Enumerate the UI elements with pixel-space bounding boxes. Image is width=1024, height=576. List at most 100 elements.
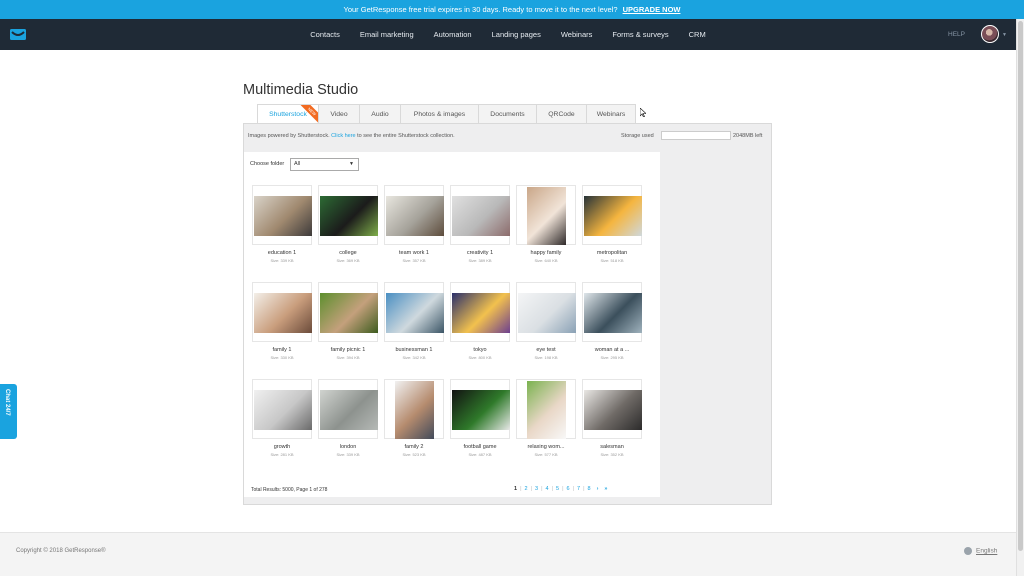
thumbnail-size: Size: 800 KB	[468, 355, 492, 360]
thumbnail-image	[320, 196, 378, 236]
page-1[interactable]: 1	[511, 486, 520, 492]
chevron-down-icon[interactable]: ▼	[1002, 32, 1007, 38]
thumbnail-frame	[384, 185, 444, 245]
click-here-link[interactable]: Click here	[331, 133, 355, 139]
thumbnail-image	[254, 293, 312, 333]
chat-button[interactable]: Chat 24/7	[0, 384, 17, 439]
thumbnail-frame	[516, 185, 576, 245]
footer	[0, 532, 1016, 576]
page-3[interactable]: 3	[532, 486, 541, 492]
thumbnail-name: salesman	[600, 444, 624, 450]
page-6[interactable]: 6	[564, 486, 573, 492]
upgrade-now-link[interactable]: UPGRADE NOW	[623, 5, 681, 14]
thumbnail-size: Size: 389 KB	[468, 258, 492, 263]
tab-qrcode[interactable]: QRCode	[536, 104, 587, 123]
page-2[interactable]: 2	[522, 486, 531, 492]
thumbnail-name: team work 1	[399, 250, 429, 256]
nav-webinars[interactable]: Webinars	[551, 30, 603, 39]
media-tabs: Shutterstock NEW Video Audio Photos & im…	[257, 104, 636, 124]
thumbnail-image	[452, 390, 510, 430]
thumbnail-frame	[516, 282, 576, 342]
thumbnail-frame	[252, 282, 312, 342]
shutterstock-info: Images powered by Shutterstock. Click he…	[248, 133, 455, 139]
page-scrollbar[interactable]	[1016, 19, 1024, 576]
trial-banner-text: Your GetResponse free trial expires in 3…	[343, 5, 618, 14]
tab-photos-images[interactable]: Photos & images	[400, 104, 479, 123]
thumbnail-size: Size: 295 KB	[600, 355, 624, 360]
thumbnail-size: Size: 281 KB	[270, 452, 294, 457]
thumbnail-name: businessman 1	[395, 347, 433, 353]
nav-automation[interactable]: Automation	[424, 30, 482, 39]
thumbnail-image	[452, 196, 510, 236]
thumbnail-frame	[318, 282, 378, 342]
language-label: English	[976, 547, 998, 555]
pagination: 1 | 2 | 3 | 4 | 5 | 6 | 7 | 8 › »	[511, 486, 610, 492]
scrollbar-thumb[interactable]	[1018, 21, 1023, 551]
choose-folder-label: Choose folder	[250, 161, 285, 167]
info-prefix: Images powered by Shutterstock.	[248, 133, 330, 139]
page-8[interactable]: 8	[585, 486, 594, 492]
thumbnail-name: relaxing wom...	[527, 444, 565, 450]
thumbnail-image	[584, 293, 642, 333]
copyright-text: Copyright © 2018 GetResponse®	[16, 548, 106, 554]
thumbnail-size: Size: 357 KB	[402, 258, 426, 263]
storage-progress-bar	[661, 131, 731, 140]
nav-forms-surveys[interactable]: Forms & surveys	[602, 30, 678, 39]
thumbnail-size: Size: 394 KB	[336, 355, 360, 360]
chevron-down-icon: ▼	[349, 161, 354, 167]
thumbnail-image	[386, 293, 444, 333]
thumbnail-image	[320, 390, 378, 430]
thumbnail-size: Size: 640 KB	[534, 258, 558, 263]
thumbnail-size: Size: 339 KB	[270, 258, 294, 263]
thumbnail-size: Size: 342 KB	[402, 355, 426, 360]
nav-email-marketing[interactable]: Email marketing	[350, 30, 424, 39]
thumbnail-frame	[252, 379, 312, 439]
tab-label: Webinars	[596, 110, 626, 118]
nav-crm[interactable]: CRM	[679, 30, 716, 39]
next-page-icon[interactable]: ›	[594, 486, 602, 492]
thumbnail-name: happy family	[530, 250, 562, 256]
thumbnail-name: family picnic 1	[330, 347, 366, 353]
thumbnail-frame	[450, 185, 510, 245]
thumbnail-image	[584, 390, 642, 430]
thumbnail-name: education 1	[267, 250, 297, 256]
thumbnail-name: family 1	[272, 347, 292, 353]
page-title: Multimedia Studio	[243, 82, 359, 98]
top-navbar: Contacts Email marketing Automation Land…	[0, 19, 1016, 50]
thumbnail-size: Size: 487 KB	[468, 452, 492, 457]
nav-landing-pages[interactable]: Landing pages	[482, 30, 551, 39]
globe-icon	[964, 547, 972, 555]
chat-label: Chat 24/7	[4, 389, 10, 416]
results-count: Total Results: 5000, Page 1 of 278	[251, 487, 328, 493]
main-nav: Contacts Email marketing Automation Land…	[0, 19, 1016, 50]
thumbnail-name: football game	[463, 444, 497, 450]
nav-contacts[interactable]: Contacts	[300, 30, 350, 39]
avatar[interactable]	[981, 25, 999, 43]
thumbnail-frame	[318, 185, 378, 245]
page-5[interactable]: 5	[553, 486, 562, 492]
tab-documents[interactable]: Documents	[478, 104, 537, 123]
thumbnail-image	[254, 390, 312, 430]
tab-shutterstock[interactable]: Shutterstock NEW	[257, 104, 319, 124]
folder-select-value: All	[294, 161, 301, 167]
tab-webinars[interactable]: Webinars	[586, 104, 636, 123]
thumbnail-frame	[516, 379, 576, 439]
tab-audio[interactable]: Audio	[359, 104, 401, 123]
page-7[interactable]: 7	[574, 486, 583, 492]
page-4[interactable]: 4	[543, 486, 552, 492]
thumbnail-image	[527, 381, 566, 439]
thumbnail-size: Size: 339 KB	[336, 452, 360, 457]
help-link[interactable]: HELP	[948, 31, 965, 38]
tab-label: Shutterstock	[269, 111, 307, 118]
thumbnail-name: creativity 1	[466, 250, 494, 256]
thumbnail-frame	[582, 185, 642, 245]
folder-select[interactable]: All ▼	[290, 158, 359, 171]
last-page-icon[interactable]: »	[601, 486, 610, 492]
language-selector[interactable]: English	[964, 547, 997, 555]
tab-video[interactable]: Video	[318, 104, 360, 123]
tab-label: Documents	[490, 110, 525, 118]
thumbnail-image	[320, 293, 378, 333]
thumbnail-size: Size: 523 KB	[402, 452, 426, 457]
thumbnail-frame	[384, 282, 444, 342]
thumbnail-name: metropolitan	[596, 250, 628, 256]
